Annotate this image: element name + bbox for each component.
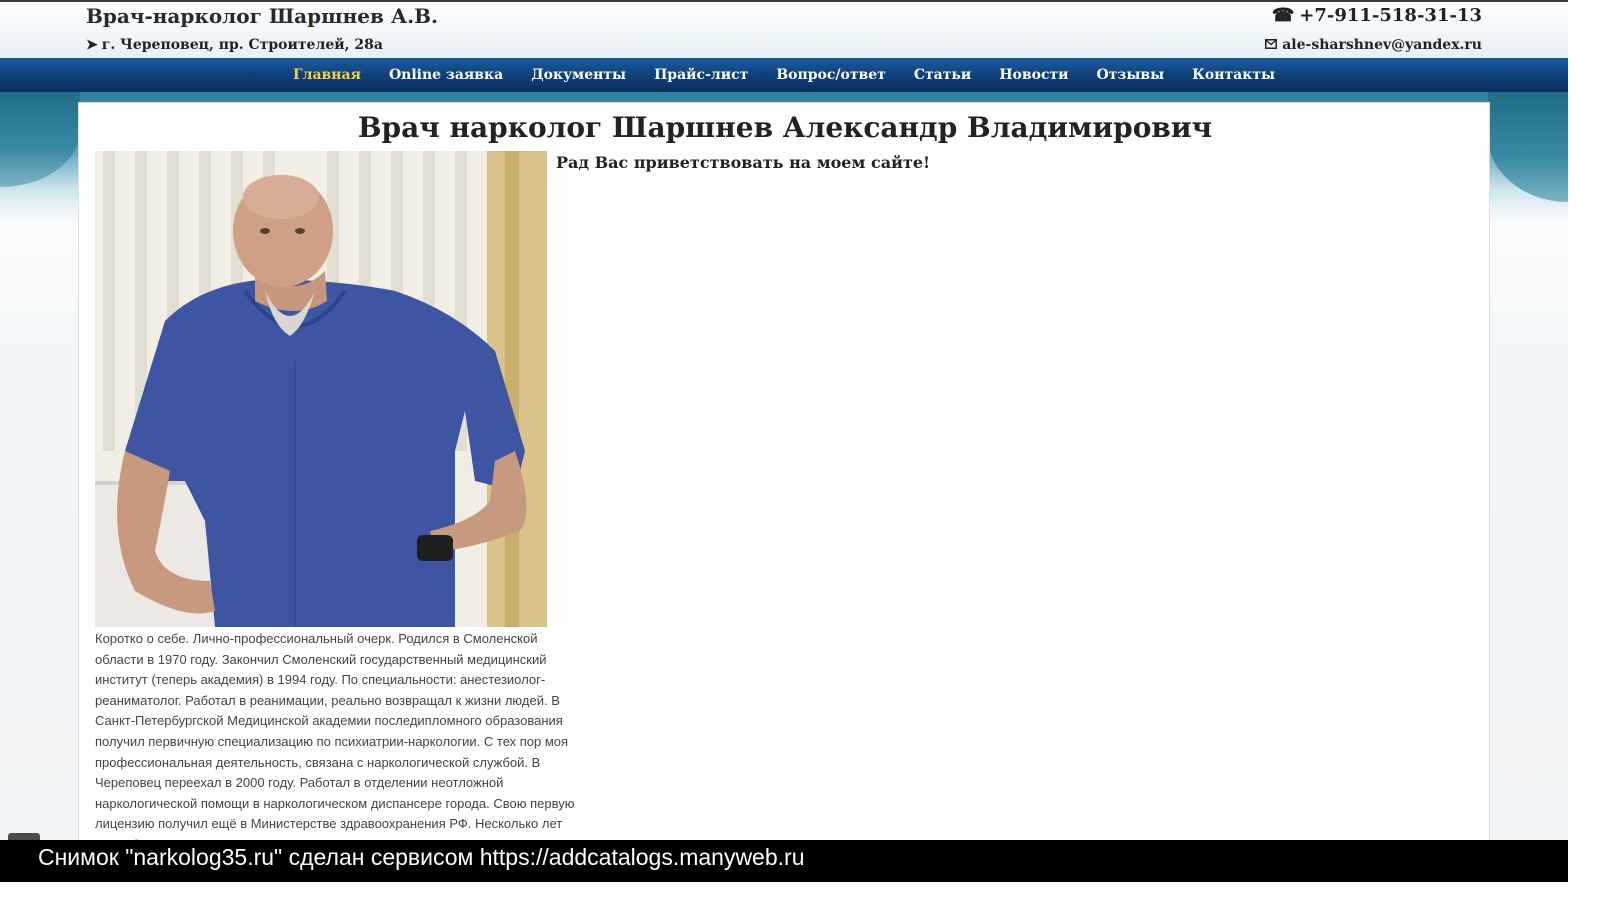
nav-item-faq[interactable]: Вопрос/ответ (762, 58, 900, 92)
page-title: Врач нарколог Шаршнев Александр Владимир… (357, 111, 1213, 144)
nav-item-online-request[interactable]: Online заявка (375, 58, 517, 92)
address: ➤ г. Череповец, пр. Строителей, 28а (86, 37, 383, 53)
email: ale-sharshnev@yandex.ru (1265, 37, 1482, 53)
bio-text: Коротко о себе. Лично-профессиональный о… (95, 631, 575, 852)
nav-item-news[interactable]: Новости (985, 58, 1082, 92)
phone: ☎ +7-911-518-31-13 (1272, 5, 1482, 26)
screenshot-caption-bar: Снимок "narkolog35.ru" сделан сервисом h… (0, 840, 1568, 882)
email-link[interactable]: ale-sharshnev@yandex.ru (1282, 37, 1482, 53)
nav-item-home[interactable]: Главная (279, 58, 375, 92)
site-header: Врач-нарколог Шаршнев А.В. ➤ г. Череповец… (0, 0, 1568, 58)
nav-item-articles[interactable]: Статьи (900, 58, 985, 92)
doctor-photo (95, 151, 547, 627)
main-navigation: Главная Online заявка Документы Прайс-ли… (0, 58, 1568, 92)
phone-number: +7-911-518-31-13 (1299, 5, 1482, 26)
screenshot-caption: Снимок "narkolog35.ru" сделан сервисом h… (38, 844, 805, 870)
nav-item-reviews[interactable]: Отзывы (1083, 58, 1179, 92)
main-content: Врач нарколог Шаршнев Александр Владимир… (78, 102, 1490, 862)
address-text: г. Череповец, пр. Строителей, 28а (101, 37, 383, 53)
page: Врач-нарколог Шаршнев А.В. ➤ г. Череповец… (0, 0, 1568, 882)
nav-item-documents[interactable]: Документы (517, 58, 640, 92)
nav-item-price-list[interactable]: Прайс-лист (640, 58, 762, 92)
greeting-text: Рад Вас приветствовать на моем сайте! (556, 153, 931, 172)
envelope-icon (1265, 37, 1278, 53)
arrow-right-icon: ➤ (86, 37, 98, 53)
nav-item-contacts[interactable]: Контакты (1178, 58, 1289, 92)
site-title[interactable]: Врач-нарколог Шаршнев А.В. (86, 4, 438, 28)
phone-icon: ☎ (1271, 5, 1295, 26)
